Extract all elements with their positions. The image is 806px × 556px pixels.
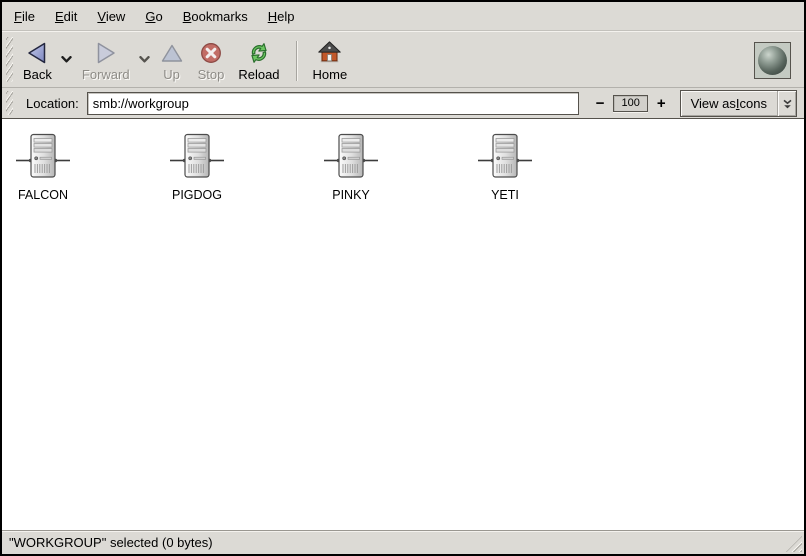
icon-grid: FALCON PIGDOG PINKY YETI <box>2 119 804 202</box>
toolbar-buttons: Back Forward Up Stop Reload Home <box>16 34 354 85</box>
forward-group: Forward <box>75 37 153 84</box>
up-arrow-icon <box>160 39 184 66</box>
file-item-label: PINKY <box>332 188 370 202</box>
file-item-pigdog[interactable]: PIGDOG <box>158 132 236 202</box>
back-button[interactable]: Back <box>16 37 59 84</box>
home-button[interactable]: Home <box>306 37 355 84</box>
location-label: Location: <box>26 96 79 111</box>
file-item-pinky[interactable]: PINKY <box>312 132 390 202</box>
zoom-level-indicator[interactable]: 100 <box>613 95 647 112</box>
file-manager-window: FileEditViewGoBookmarksHelp Back Forward U… <box>0 0 806 556</box>
server-icon <box>321 132 381 185</box>
forward-label: Forward <box>82 67 130 82</box>
locationbar-grip[interactable] <box>6 91 13 115</box>
server-icon <box>167 132 227 185</box>
toolbar-grip[interactable] <box>6 37 13 82</box>
back-dropdown-button[interactable] <box>59 50 75 68</box>
up-label: Up <box>163 67 180 82</box>
menu-view[interactable]: View <box>87 4 135 29</box>
menu-edit[interactable]: Edit <box>45 4 87 29</box>
menubar: FileEditViewGoBookmarksHelp <box>2 2 804 31</box>
status-text: "WORKGROUP" selected (0 bytes) <box>9 535 213 550</box>
stop-sign-icon <box>199 39 223 66</box>
location-entry <box>87 92 579 115</box>
back-group: Back <box>16 37 75 84</box>
menu-go[interactable]: Go <box>135 4 172 29</box>
back-label: Back <box>23 67 52 82</box>
dropdown-arrow-icon <box>777 91 796 116</box>
zoom-in-button[interactable]: + <box>654 95 669 112</box>
file-item-label: YETI <box>491 188 519 202</box>
file-item-falcon[interactable]: FALCON <box>4 132 82 202</box>
up-button[interactable]: Up <box>153 37 191 84</box>
location-bar: Location: − 100 + View as Icons <box>2 88 804 118</box>
chevron-down-icon <box>139 50 150 68</box>
content-area[interactable]: FALCON PIGDOG PINKY YETI <box>2 118 804 531</box>
home-group: Home <box>306 37 355 84</box>
up-group: Up <box>153 37 191 84</box>
menu-help[interactable]: Help <box>258 4 305 29</box>
reload-button[interactable]: Reload <box>231 37 286 84</box>
back-arrow-icon <box>24 39 50 66</box>
home-label: Home <box>313 67 348 82</box>
menu-bookmarks[interactable]: Bookmarks <box>173 4 258 29</box>
chevron-down-icon <box>61 50 72 68</box>
forward-dropdown-button[interactable] <box>137 50 153 68</box>
location-input[interactable] <box>87 92 579 115</box>
file-item-yeti[interactable]: YETI <box>466 132 544 202</box>
reload-group: Reload <box>231 37 286 84</box>
file-item-label: PIGDOG <box>172 188 222 202</box>
zoom-out-button[interactable]: − <box>593 95 608 112</box>
toolbar: Back Forward Up Stop Reload Home <box>2 31 804 88</box>
status-bar: "WORKGROUP" selected (0 bytes) <box>2 531 804 554</box>
stop-label: Stop <box>198 67 225 82</box>
toolbar-separator <box>296 41 297 81</box>
menu-file[interactable]: File <box>4 4 45 29</box>
server-icon <box>475 132 535 185</box>
file-item-label: FALCON <box>18 188 68 202</box>
view-as-label: View as Icons <box>681 91 777 116</box>
forward-button[interactable]: Forward <box>75 37 137 84</box>
resize-grip[interactable] <box>786 536 802 552</box>
forward-arrow-icon <box>93 39 119 66</box>
home-house-icon <box>317 39 342 66</box>
view-as-dropdown[interactable]: View as Icons <box>680 90 797 117</box>
stop-group: Stop <box>191 37 232 84</box>
reload-label: Reload <box>238 67 279 82</box>
throbber-button <box>754 42 791 79</box>
reload-arrows-icon <box>246 39 272 66</box>
globe-sphere-icon <box>758 46 787 75</box>
server-icon <box>13 132 73 185</box>
stop-button[interactable]: Stop <box>191 37 232 84</box>
